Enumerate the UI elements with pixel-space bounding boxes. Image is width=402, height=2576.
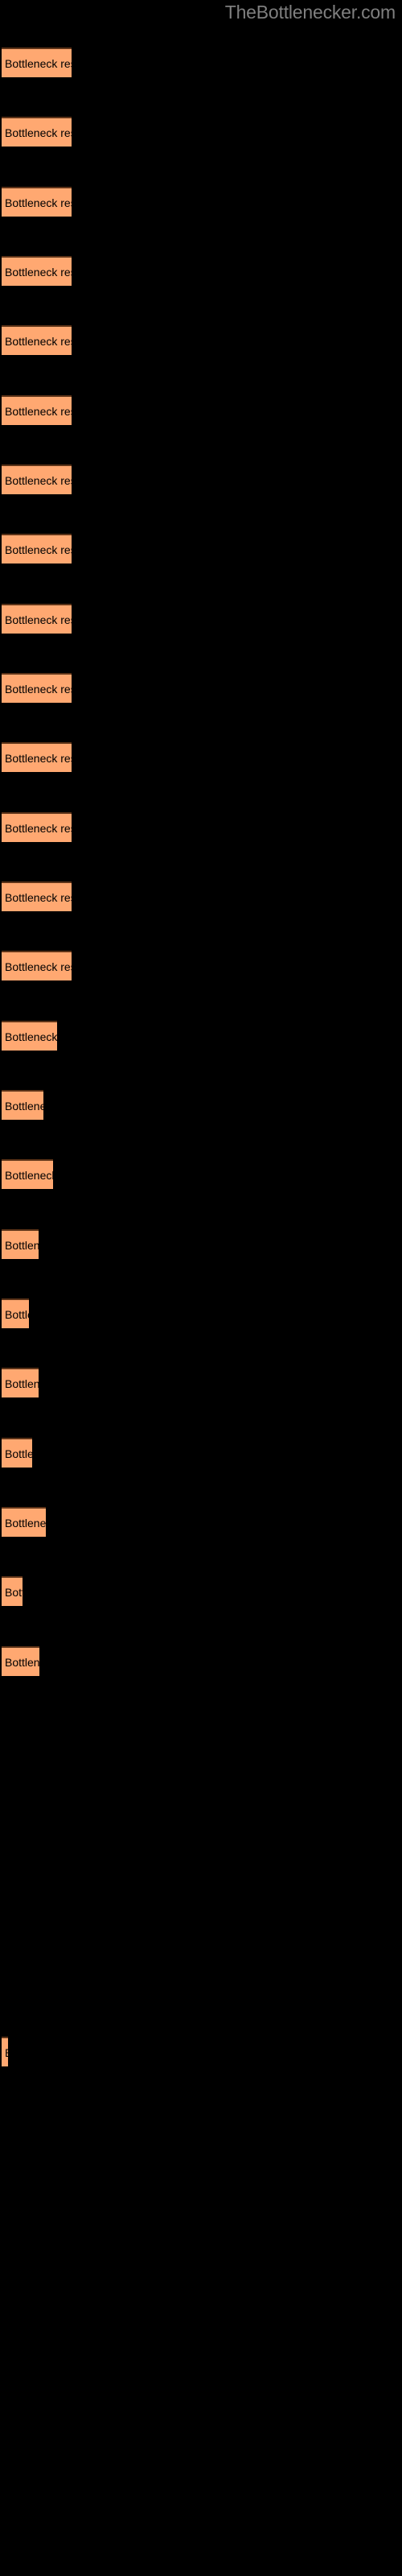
bar-label: Bottleneck result [5,543,72,556]
bar-1: Bottleneck result [2,47,72,77]
bar-9: Bottleneck result [2,604,72,634]
bar-2: Bottleneck result [2,117,72,147]
bar-19: Bottleneck result [2,1298,29,1328]
bar-label: Bottleneck result [5,1447,32,1460]
bar-24: Bottleneck result [2,1646,39,1676]
bar-label: Bottleneck result [5,126,72,139]
bar-label: Bottleneck result [5,890,72,904]
bar-15: Bottleneck result [2,1021,57,1051]
plot-area: Bottleneck result Bottleneck result Bottle… [0,0,402,2576]
bar-6: Bottleneck result [2,395,72,425]
bar-label: Bottleneck result [5,1238,39,1252]
bar-label: Bottleneck result [5,1307,29,1321]
bar-22: Bottleneck result [2,1507,46,1537]
bar-label: Bottleneck result [5,1516,46,1530]
bottleneck-bar-chart: TheBottlenecker.com Bottleneck resultBot… [0,0,402,2576]
bar-label: Bottleneck result [5,751,72,765]
bar-10: Bottleneck result [2,673,72,703]
bar-13: Bottleneck result [2,881,72,911]
bar-4: Bottleneck result [2,256,72,286]
bar-11: Bottleneck result [2,742,72,772]
bar-label: Bottleneck result [5,960,72,973]
bar-14: Bottleneck result [2,951,72,980]
bar-label: Bottleneck result [5,1099,43,1113]
bar-label: Bottleneck result [5,2046,8,2059]
bar-5: Bottleneck result [2,325,72,355]
bar-3: Bottleneck result [2,187,72,217]
bar-label: Bottleneck result [5,1655,39,1669]
bar-label: Bottleneck result [5,821,72,835]
bar-label: Bottleneck result [5,1168,53,1182]
bar-8: Bottleneck result [2,534,72,564]
bar-17: Bottleneck result [2,1159,53,1189]
bar-7: Bottleneck result [2,464,72,494]
bar-16: Bottleneck result [2,1090,43,1120]
bar-label: Bottleneck result [5,473,72,487]
bar-label: Bottleneck result [5,334,72,348]
bar-label: Bottleneck result [5,682,72,696]
bar-label: Bottleneck result [5,196,72,209]
bar-18: Bottleneck result [2,1229,39,1259]
bar-label: Bottleneck result [5,1585,23,1599]
bar-20: Bottleneck result [2,1368,39,1397]
bar-label: Bottleneck result [5,56,72,70]
bar-label: Bottleneck result [5,1377,39,1390]
bar-label: Bottleneck result [5,1030,57,1043]
bar-25: Bottleneck result [2,2037,8,2066]
bar-12: Bottleneck result [2,812,72,842]
bar-label: Bottleneck result [5,265,72,279]
bar-label: Bottleneck result [5,404,72,418]
bar-23: Bottleneck result [2,1576,23,1606]
bar-21: Bottleneck result [2,1438,32,1468]
bar-label: Bottleneck result [5,613,72,626]
